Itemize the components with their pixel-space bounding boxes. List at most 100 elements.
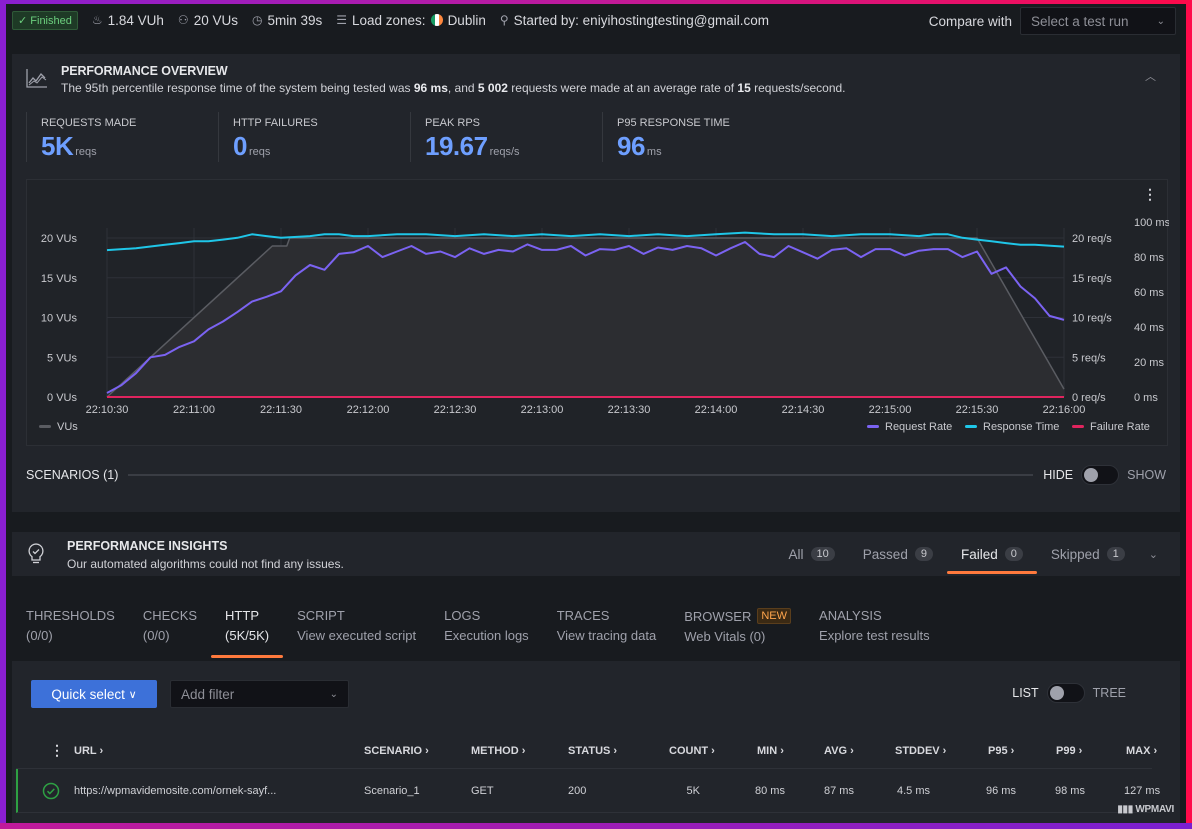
- y-tick-left: 0 VUs: [47, 392, 77, 404]
- cell-stddev: 4.5 ms: [896, 784, 930, 797]
- y-tick-left: 15 VUs: [41, 273, 78, 285]
- tab-traces[interactable]: TRACES View tracing data: [557, 608, 657, 652]
- header-min[interactable]: MIN ›: [757, 745, 784, 757]
- show-label: SHOW: [1127, 468, 1166, 482]
- header-stddev[interactable]: STDDEV ›: [895, 745, 946, 757]
- header-avg[interactable]: AVG ›: [824, 745, 854, 757]
- cell-method: GET: [471, 784, 494, 797]
- x-tick-label: 22:14:00: [695, 404, 738, 416]
- legend-swatch-failure-rate: [1072, 425, 1084, 428]
- add-filter-select[interactable]: Add filter ⌄: [170, 680, 349, 708]
- tab-browser[interactable]: BROWSER NEW Web Vitals (0): [684, 608, 792, 652]
- column-menu-icon[interactable]: ⋮: [50, 742, 64, 759]
- performance-overview-panel: PERFORMANCE OVERVIEW The 95th percentile…: [12, 54, 1180, 512]
- cell-max: 127 ms: [1124, 784, 1161, 797]
- tab-checks[interactable]: CHECKS (0/0): [143, 608, 197, 652]
- chevron-down-icon: ⌄: [329, 688, 338, 700]
- scenarios-bar: SCENARIOS (1) HIDE SHOW: [26, 460, 1166, 490]
- x-tick-label: 22:12:30: [434, 404, 477, 416]
- quick-select-button[interactable]: Quick select ∨: [31, 680, 157, 708]
- header-count[interactable]: COUNT ›: [669, 745, 715, 757]
- x-tick-label: 22:12:00: [347, 404, 390, 416]
- chevron-down-icon[interactable]: ⌄: [1149, 548, 1158, 561]
- insights-tab-failed[interactable]: Failed 0: [946, 532, 1037, 576]
- x-tick-label: 22:11:30: [260, 404, 302, 416]
- header-url[interactable]: URL ›: [74, 745, 103, 757]
- scenarios-label: SCENARIOS (1): [26, 468, 119, 482]
- header-p99[interactable]: P99 ›: [1056, 745, 1082, 757]
- y-tick-right-ms: 80 ms: [1134, 252, 1164, 264]
- cell-avg: 87 ms: [824, 784, 854, 797]
- header-scenario[interactable]: SCENARIO ›: [364, 745, 429, 757]
- y-tick-right-ms: 60 ms: [1134, 287, 1164, 299]
- overview-description: The 95th percentile response time of the…: [61, 81, 846, 95]
- series-vus-area: [107, 238, 1064, 397]
- table-row[interactable]: https://wpmavidemosite.com/ornek-sayf...…: [16, 769, 1160, 813]
- list-tree-toggle[interactable]: [1046, 683, 1085, 703]
- legend-label-response-time: Response Time: [983, 421, 1059, 433]
- tab-script[interactable]: SCRIPT View executed script: [297, 608, 416, 652]
- y-tick-right-rps: 20 req/s: [1072, 233, 1112, 245]
- chart-line-icon: [26, 69, 47, 88]
- x-tick-label: 22:15:30: [956, 404, 999, 416]
- y-tick-right-ms: 100 ms: [1134, 217, 1169, 229]
- started-by-meta: ⚲ Started by: eniyihostingtesting@gmail.c…: [499, 12, 769, 28]
- overview-title: PERFORMANCE OVERVIEW: [61, 64, 228, 78]
- status-badge: ✓ Finished: [12, 10, 78, 30]
- compare-select[interactable]: Select a test run ⌄: [1020, 7, 1176, 35]
- header-max[interactable]: MAX ›: [1126, 745, 1157, 757]
- x-tick-label: 22:13:30: [608, 404, 651, 416]
- count-badge: 10: [810, 547, 835, 561]
- tree-label: TREE: [1092, 686, 1126, 700]
- header-p95[interactable]: P95 ›: [988, 745, 1014, 757]
- y-tick-right-rps: 15 req/s: [1072, 273, 1112, 285]
- stat-p95-response-time: P95 RESPONSE TIME 96 ms: [602, 112, 794, 162]
- insights-description: Our automated algorithms could not find …: [67, 557, 344, 571]
- stat-peak-rps: PEAK RPS 19.67 reqs/s: [410, 112, 602, 162]
- legend-swatch-request-rate: [867, 425, 879, 428]
- lightbulb-check-icon: [28, 543, 44, 564]
- y-tick-left: 10 VUs: [41, 313, 78, 325]
- test-run-header: ✓ Finished ♨ 1.84 VUh ⚇ 20 VUs ◷ 5min 39s ☰…: [6, 4, 1186, 36]
- tab-thresholds[interactable]: THRESHOLDS (0/0): [26, 608, 115, 652]
- flame-icon: ♨: [91, 13, 103, 27]
- count-badge: 0: [1004, 547, 1023, 561]
- insights-tab-all[interactable]: All 10: [775, 532, 849, 576]
- y-tick-right-ms: 0 ms: [1134, 392, 1158, 404]
- legend-swatch-response-time: [965, 425, 977, 428]
- http-requests-table: ⋮ URL › SCENARIO › METHOD › STATUS › COU…: [16, 733, 1160, 813]
- stat-requests-made: REQUESTS MADE 5K reqs: [26, 112, 218, 162]
- list-tree-toggle-group: LIST TREE: [1012, 683, 1126, 703]
- border-decoration: [0, 823, 1192, 829]
- tab-http[interactable]: HTTP (5K/5K): [211, 608, 284, 658]
- chevron-down-icon: ⌄: [1156, 15, 1165, 27]
- insights-tab-skipped[interactable]: Skipped 1: [1037, 532, 1139, 576]
- y-tick-right-ms: 40 ms: [1134, 322, 1164, 334]
- clock-icon: ◷: [251, 13, 263, 27]
- insights-tab-passed[interactable]: Passed 9: [849, 532, 947, 576]
- tab-logs[interactable]: LOGS Execution logs: [444, 608, 529, 652]
- tab-analysis[interactable]: ANALYSIS Explore test results: [819, 608, 930, 652]
- scenarios-toggle[interactable]: [1081, 465, 1120, 485]
- vus-meta: ⚇ 20 VUs: [177, 12, 238, 28]
- vuh-meta: ♨ 1.84 VUh: [91, 12, 164, 28]
- scenarios-divider: [128, 474, 1034, 476]
- y-tick-right-rps: 0 req/s: [1072, 392, 1106, 404]
- list-label: LIST: [1012, 686, 1039, 700]
- header-method[interactable]: METHOD ›: [471, 745, 525, 757]
- ireland-flag-icon: [430, 14, 443, 26]
- insights-filter-tabs: All 10 Passed 9 Failed 0 Skipped 1 ⌄: [775, 532, 1180, 576]
- cell-scenario: Scenario_1: [364, 784, 420, 797]
- overview-stats: REQUESTS MADE 5K reqs HTTP FAILURES 0 reqs…: [26, 112, 794, 162]
- y-tick-right-rps: 5 req/s: [1072, 352, 1106, 364]
- legend-label-request-rate: Request Rate: [885, 421, 952, 433]
- users-icon: ⚇: [177, 13, 189, 27]
- collapse-chevron-icon[interactable]: ︿: [1145, 68, 1156, 84]
- header-status[interactable]: STATUS ›: [568, 745, 617, 757]
- legend-swatch-vus: [39, 425, 51, 428]
- cell-url[interactable]: https://wpmavidemosite.com/ornek-sayf...: [74, 785, 276, 797]
- database-icon: ☰: [336, 13, 347, 27]
- x-tick-label: 22:10:30: [86, 404, 129, 416]
- compare-with: Compare with Select a test run ⌄: [929, 7, 1176, 35]
- user-icon: ⚲: [499, 13, 509, 27]
